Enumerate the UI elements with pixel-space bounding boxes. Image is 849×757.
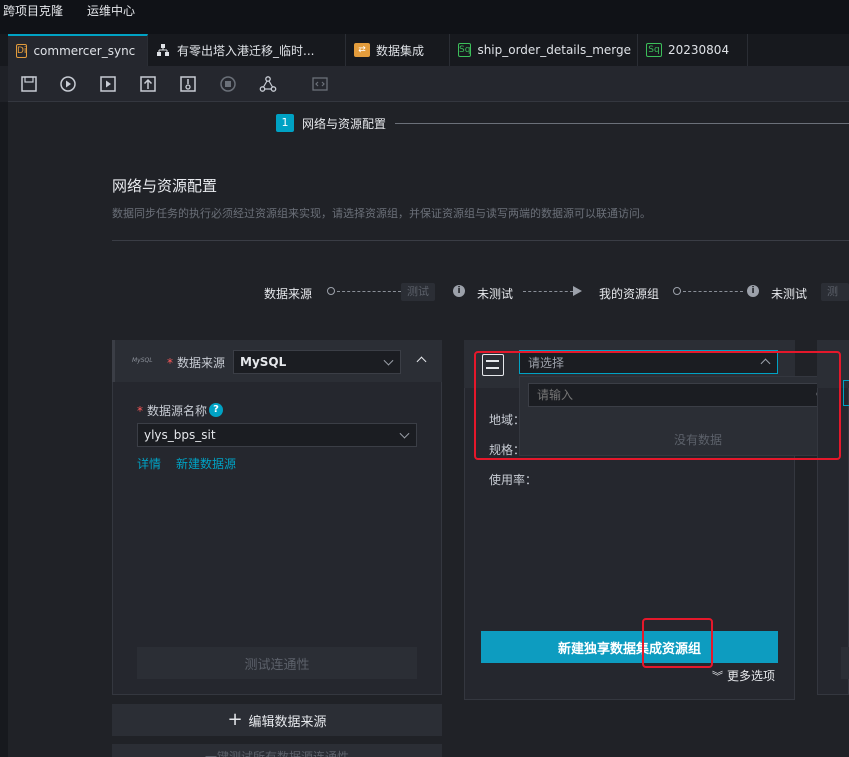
left-sidebar-strip — [0, 102, 8, 757]
flow-source-label: 数据来源 — [264, 287, 313, 301]
source-name-select[interactable]: ylys_bps_sit — [137, 423, 417, 447]
flow-arrow-icon — [573, 286, 582, 296]
dag-icon[interactable] — [259, 75, 277, 93]
workflow-icon — [157, 44, 169, 56]
info-icon: i — [747, 285, 759, 297]
step-label: 网络与资源配置 — [302, 117, 387, 131]
submit-icon[interactable] — [139, 75, 157, 93]
source-panel — [112, 340, 442, 695]
source-type-select[interactable]: MySQL — [233, 350, 401, 374]
section-description: 数据同步任务的执行必须经过资源组来实现，请选择资源组，并保证资源组与读写两端的数… — [112, 207, 651, 220]
save-icon[interactable] — [20, 75, 38, 93]
more-options-toggle[interactable]: ︾ 更多选项 — [712, 667, 775, 684]
button-highlight-box — [642, 618, 713, 668]
run-icon[interactable] — [59, 75, 77, 93]
test-connectivity-button[interactable]: 测试连通性 — [137, 647, 417, 679]
tab-data-integration[interactable]: ⇄ 数据集成 — [346, 34, 450, 66]
mysql-logo-icon: MySQL — [132, 357, 153, 364]
flow-dashed-line — [337, 291, 401, 292]
flow-node-icon — [327, 287, 335, 295]
top-menu-bar: 跨项目克隆 运维中心 — [0, 0, 849, 34]
dropdown-highlight-box — [474, 351, 841, 460]
data-integration-icon: ⇄ — [354, 43, 370, 57]
di-badge-icon: Di — [16, 44, 28, 58]
tab-label: 有零出塔入港迁移_临时... — [177, 43, 315, 58]
tab-label: 20230804 — [668, 43, 730, 57]
section-divider — [112, 240, 849, 241]
section-title: 网络与资源配置 — [112, 177, 218, 195]
tab-20230804[interactable]: Sq 20230804 — [638, 34, 748, 66]
step-number-badge: 1 — [276, 114, 294, 132]
flow-resource-group-label: 我的资源组 — [599, 287, 660, 301]
sql-badge-icon: Sq — [646, 43, 662, 57]
editor-toolbar — [8, 66, 849, 102]
edit-source-button[interactable]: + 编辑数据来源 — [112, 704, 442, 736]
chevron-down-icon — [399, 428, 410, 439]
source-name-label: * 数据源名称 — [137, 404, 208, 418]
flow-untested-status: 未测试 — [477, 287, 514, 301]
target-select-partial[interactable] — [843, 380, 849, 406]
tab-label: ship_order_details_merge — [477, 43, 632, 57]
detail-link[interactable]: 详情 — [137, 455, 161, 472]
menu-item-ops-center[interactable]: 运维中心 — [87, 0, 135, 22]
flow-node-icon — [673, 287, 681, 295]
test-all-sources-button[interactable]: 一键测试所有数据源连通性 — [112, 744, 442, 757]
stop-icon[interactable] — [219, 75, 237, 93]
tab-commercer-sync[interactable]: Di commercer_sync — [8, 34, 148, 66]
source-type-label: * 数据来源 — [167, 356, 226, 370]
chevron-down-icon — [383, 355, 394, 366]
test-source-button[interactable]: 测试 — [401, 283, 435, 301]
flow-dashed-line — [523, 291, 573, 292]
tab-migration-temp[interactable]: 有零出塔入港迁移_临时... — [148, 34, 346, 66]
menu-item-cross-project-clone[interactable]: 跨项目克隆 — [3, 0, 63, 22]
info-icon: i — [453, 285, 465, 297]
flow-untested-status: 未测试 — [771, 287, 808, 301]
new-source-link[interactable]: 新建数据源 — [176, 455, 236, 472]
tab-ship-order-details-merge[interactable]: Sq ship_order_details_merge — [450, 34, 638, 66]
flow-dashed-line — [683, 291, 743, 292]
code-icon[interactable] — [311, 75, 329, 93]
target-button-partial[interactable] — [841, 647, 849, 679]
publish-icon[interactable] — [179, 75, 197, 93]
tab-label: 数据集成 — [376, 43, 425, 58]
usage-label: 使用率： — [489, 473, 538, 487]
double-chevron-down-icon: ︾ — [712, 669, 723, 683]
editor-tab-bar: Di commercer_sync 有零出塔入港迁移_临时... ⇄ 数据集成 … — [0, 34, 849, 66]
tab-label: commercer_sync — [33, 44, 136, 58]
plus-icon: + — [227, 709, 243, 730]
sql-badge-icon: Sq — [458, 43, 472, 57]
run-with-params-icon[interactable] — [99, 75, 117, 93]
test-target-button[interactable]: 测试 — [821, 283, 849, 301]
help-icon[interactable]: ? — [209, 403, 223, 417]
create-exclusive-resource-group-button[interactable]: 新建独享数据集成资源组 — [481, 631, 778, 663]
step-connector-line — [395, 123, 849, 124]
